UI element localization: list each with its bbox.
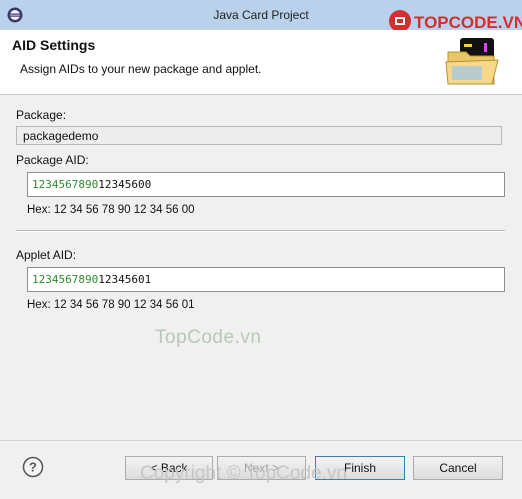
package-name-field[interactable]: packagedemo [16, 126, 502, 145]
package-aid-prefix: 1234567890 [32, 178, 99, 191]
package-aid-label: Package AID: [16, 153, 89, 167]
package-aid-hex: Hex: 12 34 56 78 90 12 34 56 00 [27, 204, 195, 216]
cancel-button[interactable]: Cancel [413, 456, 503, 480]
footer-divider [0, 440, 522, 441]
applet-aid-prefix: 1234567890 [32, 273, 99, 286]
applet-aid-label: Applet AID: [16, 248, 77, 262]
section-divider [16, 230, 505, 232]
wizard-header: AID Settings Assign AIDs to your new pac… [0, 30, 522, 95]
folder-wizard-icon [445, 38, 499, 85]
wizard-body: Package: packagedemo Package AID: 123456… [0, 95, 522, 440]
help-icon-glyph: ? [29, 460, 37, 475]
center-watermark: TopCode.vn [155, 327, 262, 348]
package-aid-input[interactable]: 123456789012345600 [27, 172, 505, 197]
applet-aid-suffix: 12345601 [98, 273, 152, 286]
applet-aid-input[interactable]: 123456789012345601 [27, 267, 505, 292]
help-icon[interactable]: ? [22, 456, 44, 478]
package-label: Package: [16, 108, 67, 122]
copyright-watermark: Copyright © TopCode.vn [140, 463, 347, 484]
applet-aid-hex: Hex: 12 34 56 78 90 12 34 56 01 [27, 299, 195, 311]
package-aid-suffix: 12345600 [98, 178, 152, 191]
page-title: AID Settings [12, 37, 96, 53]
page-description: Assign AIDs to your new package and appl… [20, 62, 262, 76]
